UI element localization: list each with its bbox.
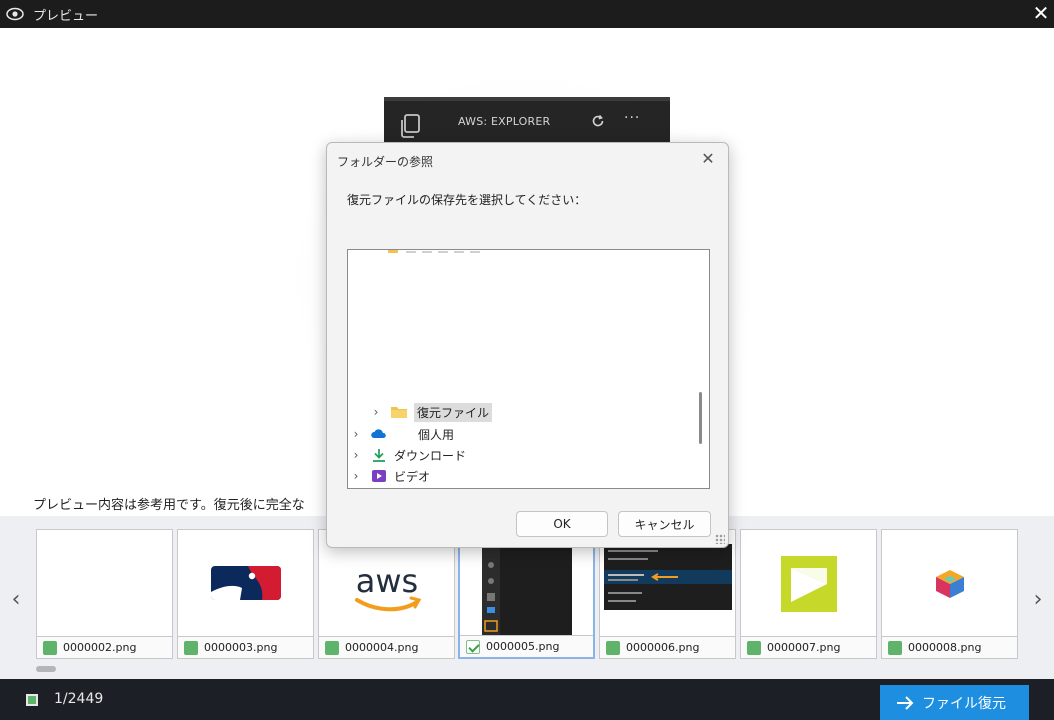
tree-item-onedrive[interactable]: › 個人用 bbox=[350, 424, 454, 444]
select-all-checkbox[interactable] bbox=[26, 694, 38, 706]
file-count: 1/2449 bbox=[54, 691, 104, 707]
chevron-right-icon[interactable]: › bbox=[350, 427, 362, 441]
tree-item-downloads[interactable]: › ダウンロード bbox=[350, 445, 466, 465]
thumbnail-filename: 0000007.png bbox=[767, 641, 841, 654]
dialog-title: フォルダーの参照 bbox=[337, 155, 434, 169]
thumbnail-image bbox=[178, 530, 313, 636]
refresh-icon bbox=[592, 114, 604, 127]
thumbnail-item[interactable]: 0000003.png bbox=[177, 529, 314, 659]
tree-item-label: 復元ファイル bbox=[414, 402, 493, 422]
thumbnail-image bbox=[37, 530, 172, 636]
title-bar: プレビュー ✕ bbox=[0, 0, 1054, 28]
thumbnail-filename: 0000008.png bbox=[908, 641, 982, 654]
mlb-logo-icon bbox=[211, 566, 281, 600]
lime-logo-icon bbox=[781, 556, 837, 612]
file-checkbox[interactable] bbox=[888, 640, 902, 655]
tree-scrollbar[interactable] bbox=[699, 392, 702, 444]
folder-tree[interactable]: › 復元ファイル › 個人用 › ダウンロード › ビデオ bbox=[347, 249, 710, 489]
tree-item-label: 個人用 bbox=[418, 427, 455, 442]
tree-item-label: ダウンロード bbox=[394, 448, 467, 463]
bottom-bar: 1/2449 ファイル復元 bbox=[0, 679, 1054, 720]
thumbnail-item[interactable]: 0000008.png bbox=[881, 529, 1018, 659]
thumbnail-filename: 0000003.png bbox=[204, 641, 278, 654]
file-checkbox-checked[interactable] bbox=[466, 639, 480, 654]
tree-item-videos[interactable]: › ビデオ bbox=[350, 466, 430, 486]
prev-arrow-button[interactable]: ‹ bbox=[6, 586, 26, 614]
onedrive-cloud-icon bbox=[371, 429, 386, 438]
restore-files-label: ファイル復元 bbox=[922, 695, 1006, 712]
restore-files-button[interactable]: ファイル復元 bbox=[880, 685, 1029, 720]
dialog-close-button[interactable]: ✕ bbox=[698, 149, 718, 169]
file-checkbox[interactable] bbox=[747, 640, 761, 655]
file-checkbox[interactable] bbox=[606, 640, 620, 655]
video-icon bbox=[372, 470, 386, 482]
window-title: プレビュー bbox=[33, 9, 99, 24]
thumbnail-item[interactable]: 0000007.png bbox=[740, 529, 877, 659]
files-icon bbox=[401, 114, 420, 138]
arrow-right-icon bbox=[897, 695, 914, 710]
eye-icon bbox=[6, 7, 24, 21]
thumbnail-item[interactable]: 0000002.png bbox=[36, 529, 173, 659]
file-checkbox[interactable] bbox=[184, 640, 198, 655]
download-icon bbox=[373, 449, 385, 462]
horizontal-scrollbar[interactable] bbox=[36, 666, 56, 672]
ok-button[interactable]: OK bbox=[516, 511, 608, 537]
chevron-right-icon[interactable]: › bbox=[350, 469, 362, 483]
cube-logo-icon bbox=[936, 570, 964, 598]
tree-item-label: ビデオ bbox=[394, 469, 431, 484]
thumbnail-image bbox=[882, 530, 1017, 636]
resize-grip[interactable] bbox=[715, 534, 725, 544]
file-checkbox[interactable] bbox=[43, 640, 57, 655]
more-icon: ··· bbox=[624, 110, 641, 126]
folder-browse-dialog: フォルダーの参照 ✕ 復元ファイルの保存先を選択してください： › 復元ファイル… bbox=[326, 142, 729, 548]
thumbnail-filename: 0000006.png bbox=[626, 641, 700, 654]
cancel-button[interactable]: キャンセル bbox=[618, 511, 711, 537]
tree-item-restore-folder[interactable]: › 復元ファイル bbox=[370, 402, 493, 422]
dialog-prompt: 復元ファイルの保存先を選択してください： bbox=[347, 193, 587, 207]
thumbnail-item[interactable]: aws 0000004.png bbox=[318, 529, 455, 659]
file-checkbox[interactable] bbox=[325, 640, 339, 655]
thumbnail-filename: 0000005.png bbox=[486, 640, 560, 653]
folder-icon bbox=[391, 407, 407, 418]
preview-image: AWS: EXPLORER ··· bbox=[384, 97, 670, 145]
preview-notice: プレビュー内容は参考用です。復元後に完全な bbox=[33, 498, 305, 513]
close-window-button[interactable]: ✕ bbox=[1030, 2, 1052, 24]
thumbnail-filename: 0000002.png bbox=[63, 641, 137, 654]
thumbnail-item[interactable]: 0000006.png bbox=[599, 529, 736, 659]
svg-text:aws: aws bbox=[356, 562, 418, 600]
next-arrow-button[interactable]: › bbox=[1028, 586, 1048, 614]
thumbnail-image bbox=[741, 530, 876, 636]
thumbnail-filename: 0000004.png bbox=[345, 641, 419, 654]
thumbnail-item-selected[interactable]: 0000005.png bbox=[458, 529, 595, 659]
chevron-right-icon[interactable]: › bbox=[370, 405, 382, 419]
explorer-title: AWS: EXPLORER bbox=[458, 115, 551, 128]
chevron-right-icon[interactable]: › bbox=[350, 448, 362, 462]
